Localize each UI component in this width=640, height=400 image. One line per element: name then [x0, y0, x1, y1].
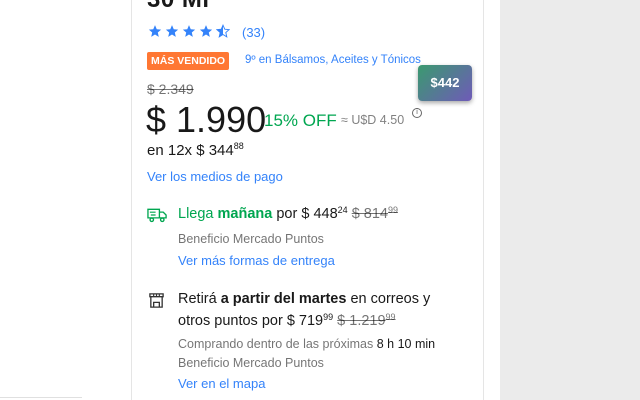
category-rank-link[interactable]: 9º en Bálsamos, Aceites y Tónicos: [245, 54, 421, 66]
product-title: 30 Ml: [147, 0, 210, 14]
countdown-time: 8 h 10 min: [376, 337, 436, 351]
rating-stars[interactable]: [148, 24, 230, 38]
pickup-price: otros puntos por $ 719: [178, 313, 324, 329]
pickup-price-cents: 99: [323, 312, 334, 322]
review-count[interactable]: (33): [242, 25, 265, 40]
discount-label: 15% OFF: [264, 111, 337, 130]
shipping-price-cents: 24: [337, 205, 348, 215]
pickup-location: en correos y: [350, 291, 431, 307]
pickup-countdown: Comprando dentro de las próximas 8 h 10 …: [178, 337, 435, 351]
countdown-text: Comprando dentro de las próximas: [178, 337, 374, 351]
installments-info: en 12x $ 34488: [147, 141, 244, 159]
shipping-old-price: $ 81499: [351, 205, 398, 222]
pickup-old-price-value: $ 1.219: [337, 313, 386, 329]
price-tag-overlay: $442: [418, 65, 472, 101]
pickup-old-cents: 99: [385, 312, 396, 322]
truck-icon: [147, 208, 167, 223]
shipping-arrives: Llega: [178, 206, 214, 222]
payment-methods-link[interactable]: Ver los medios de pago: [147, 169, 283, 184]
pickup-info: Retirá a partir del martes en correos y: [178, 291, 430, 307]
shipping-info: Llega mañana por $ 44824 $ 81499: [178, 205, 398, 222]
current-price: $ 1.990: [146, 99, 267, 140]
divider: [0, 397, 82, 398]
pickup-old-price: $ 1.21999: [337, 312, 396, 329]
star-icon: [182, 25, 196, 37]
shipping-day: mañana: [217, 206, 273, 222]
installments-text: en 12x $ 344: [147, 142, 234, 159]
pickup-price-line: otros puntos por $ 71999 $ 1.21999: [178, 312, 396, 329]
store-icon: [149, 293, 164, 308]
original-price: $ 2.349: [147, 81, 194, 97]
more-delivery-options-link[interactable]: Ver más formas de entrega: [178, 253, 335, 268]
view-map-link[interactable]: Ver en el mapa: [178, 376, 265, 391]
installments-cents: 88: [233, 141, 244, 151]
pickup-retira: Retirá: [178, 291, 217, 307]
usd-price: ≈ U$D 4.50: [341, 113, 405, 127]
shipping-price: por $ 448: [276, 206, 338, 222]
shipping-old-cents: 99: [387, 205, 398, 215]
best-seller-badge: MÁS VENDIDO: [147, 52, 230, 70]
shipping-benefit: Beneficio Mercado Puntos: [178, 232, 324, 246]
star-half-icon: [216, 24, 230, 38]
info-icon[interactable]: i: [412, 108, 422, 118]
star-icon: [165, 25, 179, 37]
star-icon: [148, 25, 162, 37]
star-icon: [199, 25, 213, 37]
shipping-old-price-value: $ 814: [351, 206, 388, 222]
pickup-benefit: Beneficio Mercado Puntos: [178, 356, 324, 370]
pickup-date: a partir del martes: [220, 291, 347, 307]
